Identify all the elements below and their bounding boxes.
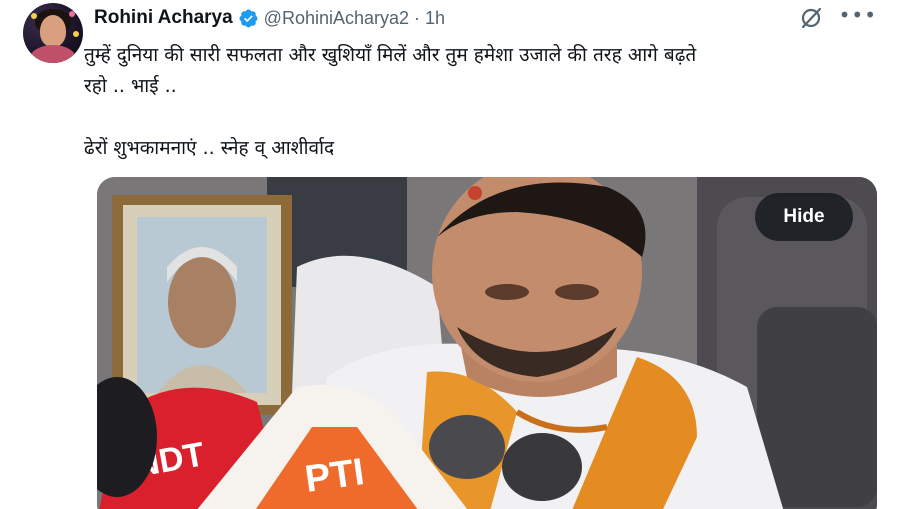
separator-dot: ·	[414, 7, 421, 28]
tweet-card[interactable]: Rohini Acharya @RohiniAcharya2 · 1h ••• …	[0, 0, 905, 509]
tweet-text-line: तुम्हें दुनिया की सारी सफलता और खुशियाँ …	[84, 44, 697, 66]
timestamp[interactable]: 1h	[425, 8, 445, 29]
avatar[interactable]	[23, 3, 83, 63]
tweet-header: Rohini Acharya @RohiniAcharya2 · 1h	[94, 4, 445, 32]
more-dots-icon[interactable]: •••	[839, 5, 877, 25]
verified-badge-icon	[239, 9, 258, 27]
author-handle[interactable]: @RohiniAcharya2	[264, 8, 409, 29]
display-name[interactable]: Rohini Acharya	[94, 7, 233, 29]
tweet-actions-top: •••	[799, 5, 877, 30]
mic-logo-pti: PTI	[302, 451, 366, 501]
tweet-text-line: ढेरों शुभकामनाएं .. स्नेह व् आशीर्वाद	[84, 137, 335, 159]
hide-media-button[interactable]: Hide	[755, 193, 853, 241]
grok-slash-icon[interactable]	[799, 6, 823, 30]
tweet-text: तुम्हें दुनिया की सारी सफलता और खुशियाँ …	[84, 40, 884, 164]
tweet-text-line: रहो .. भाई ..	[84, 75, 177, 97]
